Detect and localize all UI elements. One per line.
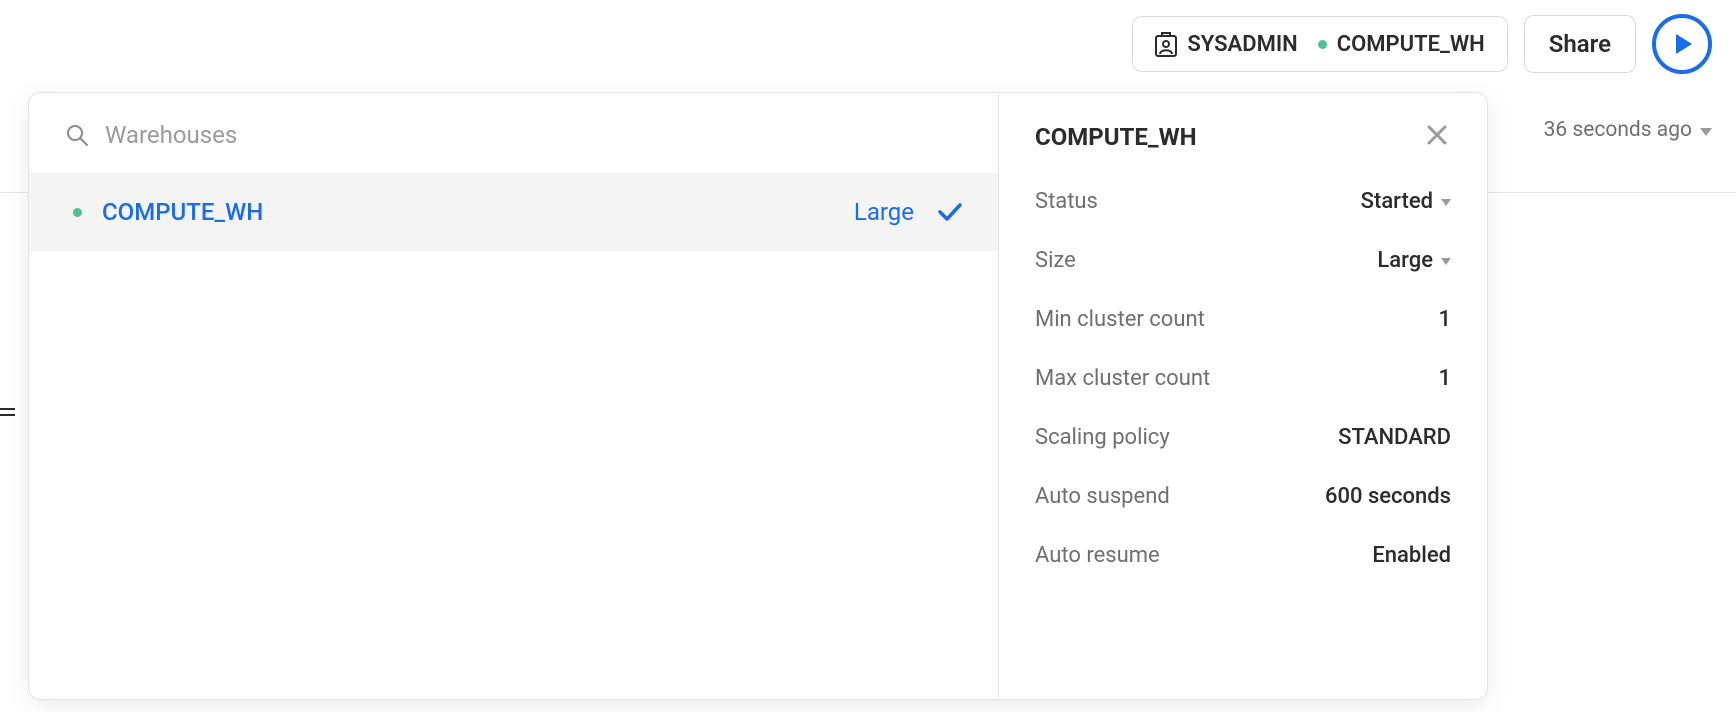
- warehouse-list-panel: COMPUTE_WH Large: [29, 93, 999, 699]
- detail-row-max-cluster: Max cluster count 1: [1035, 366, 1451, 391]
- detail-rows: Status Started Size Large Mi: [1035, 189, 1451, 568]
- size-dropdown[interactable]: Large: [1377, 248, 1451, 273]
- detail-row-min-cluster: Min cluster count 1: [1035, 307, 1451, 332]
- run-button[interactable]: [1652, 14, 1712, 74]
- detail-label: Max cluster count: [1035, 366, 1210, 391]
- warehouse-label: COMPUTE_WH: [1337, 32, 1485, 57]
- detail-label: Auto suspend: [1035, 484, 1170, 509]
- detail-row-scaling: Scaling policy STANDARD: [1035, 425, 1451, 450]
- warehouse-popover: COMPUTE_WH Large COMPUTE_WH Sta: [28, 92, 1488, 700]
- timestamp-text: 36 seconds ago: [1544, 118, 1692, 142]
- warehouse-search-input[interactable]: [105, 121, 962, 149]
- detail-label: Min cluster count: [1035, 307, 1205, 332]
- detail-label: Auto resume: [1035, 543, 1160, 568]
- detail-row-auto-suspend: Auto suspend 600 seconds: [1035, 484, 1451, 509]
- search-row: [29, 93, 998, 173]
- drag-handle-icon[interactable]: [0, 408, 15, 416]
- close-icon: [1427, 125, 1447, 145]
- detail-row-size: Size Large: [1035, 248, 1451, 273]
- detail-label: Size: [1035, 248, 1076, 273]
- detail-label: Status: [1035, 189, 1098, 214]
- check-icon: [938, 203, 962, 221]
- chevron-down-icon: [1441, 195, 1451, 209]
- search-icon: [65, 123, 89, 147]
- detail-title: COMPUTE_WH: [1035, 123, 1197, 151]
- detail-label: Scaling policy: [1035, 425, 1170, 450]
- detail-value: 600 seconds: [1325, 484, 1451, 509]
- detail-header: COMPUTE_WH: [1035, 121, 1451, 153]
- warehouse-list-item[interactable]: COMPUTE_WH Large: [29, 173, 998, 251]
- status-dot-icon: [73, 208, 82, 217]
- detail-value: 1: [1438, 307, 1451, 332]
- warehouse-segment: COMPUTE_WH: [1318, 32, 1485, 57]
- context-selector[interactable]: SYSADMIN COMPUTE_WH: [1132, 16, 1507, 72]
- worksheet-toolbar: SYSADMIN COMPUTE_WH Share: [1132, 14, 1712, 74]
- detail-value: Large: [1377, 248, 1433, 273]
- status-dot-icon: [1318, 40, 1327, 49]
- user-badge-icon: [1155, 31, 1177, 57]
- warehouse-detail-panel: COMPUTE_WH Status Started Size: [999, 93, 1487, 699]
- warehouse-item-name: COMPUTE_WH: [102, 198, 263, 226]
- detail-value: 1: [1438, 366, 1451, 391]
- detail-value: Enabled: [1372, 543, 1451, 568]
- share-button[interactable]: Share: [1524, 15, 1636, 73]
- detail-row-auto-resume: Auto resume Enabled: [1035, 543, 1451, 568]
- warehouse-item-size: Large: [854, 198, 914, 226]
- detail-value: STANDARD: [1338, 425, 1451, 450]
- detail-value: Started: [1361, 189, 1433, 214]
- status-dropdown[interactable]: Started: [1361, 189, 1451, 214]
- play-icon: [1674, 33, 1694, 55]
- chevron-down-icon: [1700, 118, 1712, 142]
- close-button[interactable]: [1423, 121, 1451, 153]
- chevron-down-icon: [1441, 254, 1451, 268]
- role-segment: SYSADMIN: [1155, 31, 1297, 57]
- role-label: SYSADMIN: [1187, 32, 1297, 57]
- last-run-timestamp[interactable]: 36 seconds ago: [1544, 118, 1712, 142]
- detail-row-status: Status Started: [1035, 189, 1451, 214]
